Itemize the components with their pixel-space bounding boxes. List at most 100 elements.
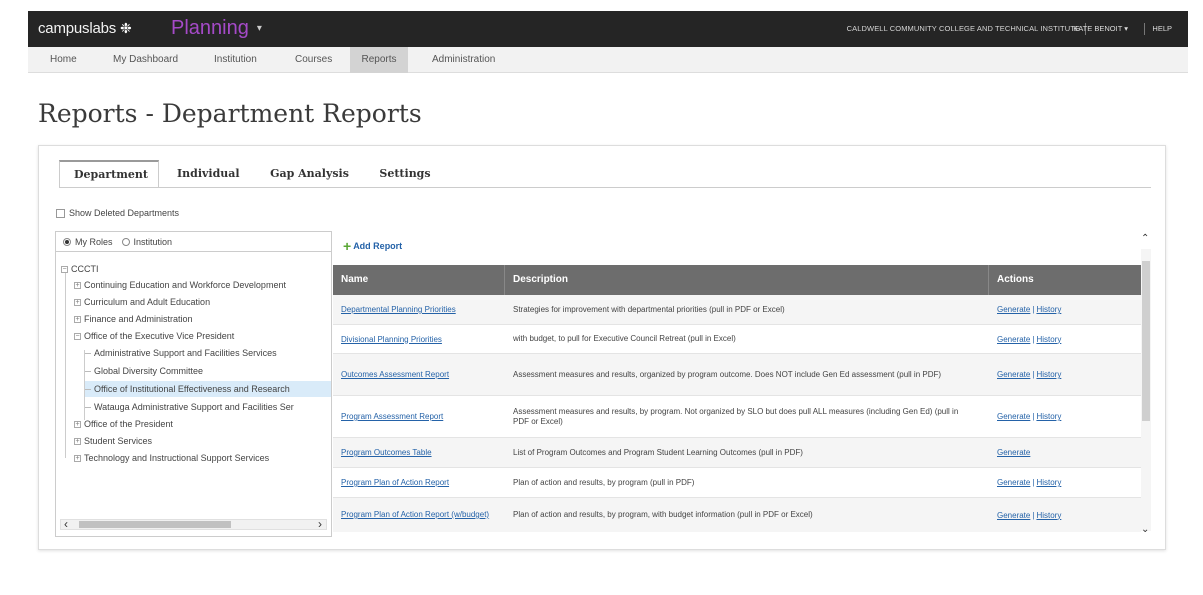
nav-home[interactable]: Home (42, 47, 85, 73)
tree-node-label: Global Diversity Committee (94, 366, 204, 376)
generate-link[interactable]: Generate (997, 478, 1030, 487)
history-link[interactable]: History (1036, 370, 1061, 379)
scroll-left-icon[interactable]: ‹ (64, 517, 68, 531)
report-name-link[interactable]: Program Plan of Action Report (341, 478, 449, 487)
tab-gap-analysis[interactable]: Gap Analysis (252, 160, 367, 188)
nav-my-dashboard[interactable]: My Dashboard (105, 47, 186, 73)
snowflake-logo-icon: ❉ (120, 20, 132, 36)
expand-icon[interactable]: + (74, 454, 81, 462)
tree-horizontal-scrollbar[interactable]: ‹ › (60, 517, 327, 531)
separator: | (1032, 478, 1035, 487)
radio-my-roles[interactable] (63, 237, 71, 246)
generate-link[interactable]: Generate (997, 511, 1030, 520)
nav-institution[interactable]: Institution (206, 47, 265, 73)
table-vertical-scrollbar[interactable]: ⌃ ⌄ (1141, 233, 1151, 535)
nav-administration[interactable]: Administration (424, 47, 503, 73)
col-actions-header[interactable]: Actions (989, 265, 1141, 295)
tab-department[interactable]: Department (59, 160, 159, 188)
report-name-link[interactable]: Program Outcomes Table (341, 448, 432, 457)
report-description: Plan of action and results, by program (… (513, 477, 695, 487)
generate-link[interactable]: Generate (997, 335, 1030, 344)
separator: | (1032, 305, 1035, 314)
caret-down-icon: ▾ (256, 23, 262, 35)
tree-node[interactable]: Global Diversity Committee (85, 363, 203, 379)
add-report-label: Add Report (353, 241, 403, 251)
report-name-link[interactable]: Outcomes Assessment Report (341, 370, 449, 379)
tree-node[interactable]: + Finance and Administration (74, 311, 193, 327)
expand-icon[interactable]: + (74, 298, 81, 306)
tab-individual[interactable]: Individual (162, 160, 252, 188)
table-body: Departmental Planning Priorities Strateg… (333, 295, 1141, 532)
tree-node-root[interactable]: − CCCTI (61, 261, 99, 277)
tree-node-selected[interactable]: Office of Institutional Effectiveness an… (85, 381, 331, 397)
scroll-right-icon[interactable]: › (318, 517, 322, 531)
chevron-down-icon[interactable]: ⌄ (1141, 524, 1149, 535)
tree-node[interactable]: + Technology and Instructional Support Se… (74, 450, 269, 466)
report-name-link[interactable]: Divisional Planning Priorities (341, 335, 442, 344)
radio-my-roles-label: My Roles (75, 236, 113, 247)
history-link[interactable]: History (1036, 511, 1061, 520)
reports-panel: Department Individual Gap Analysis Setti… (38, 145, 1166, 550)
expand-icon[interactable]: + (74, 420, 81, 428)
page-title: Reports - Department Reports (38, 99, 422, 128)
tree-line (65, 268, 66, 458)
table-row: Divisional Planning Priorities with budg… (333, 325, 1141, 354)
report-name-link[interactable]: Departmental Planning Priorities (341, 305, 456, 314)
tree-node[interactable]: + Office of the President (74, 416, 173, 432)
tree-node-label: Watauga Administrative Support and Facil… (94, 402, 294, 412)
separator: | (1032, 510, 1035, 520)
generate-link[interactable]: Generate (997, 412, 1030, 421)
scrollbar-thumb[interactable] (1142, 261, 1150, 421)
collapse-icon[interactable]: − (74, 332, 81, 340)
tree-node[interactable]: + Continuing Education and Workforce Deve… (74, 277, 286, 293)
nav-reports[interactable]: Reports (350, 47, 408, 73)
nav-courses[interactable]: Courses (287, 47, 340, 73)
show-deleted-toggle[interactable]: Show Deleted Departments (56, 208, 179, 218)
tree-node[interactable]: Watauga Administrative Support and Facil… (85, 399, 294, 415)
expand-icon[interactable]: + (74, 437, 81, 445)
col-name-header[interactable]: Name (333, 265, 505, 295)
generate-link[interactable]: Generate (997, 448, 1030, 457)
report-description: with budget, to pull for Executive Counc… (513, 334, 736, 343)
help-link[interactable]: HELP (1152, 24, 1172, 33)
history-link[interactable]: History (1036, 305, 1061, 314)
history-link[interactable]: History (1036, 335, 1061, 344)
separator: | (1032, 370, 1035, 379)
col-description-header[interactable]: Description (505, 265, 989, 295)
tree-node[interactable]: Administrative Support and Facilities Se… (85, 345, 277, 361)
separator: | (1032, 412, 1035, 421)
tree-node[interactable]: + Curriculum and Adult Education (74, 294, 210, 310)
expand-icon[interactable]: + (74, 281, 81, 289)
report-description: Assessment measures and results, organiz… (513, 369, 942, 379)
tree-scope-selector: My Roles Institution (56, 232, 331, 252)
add-report-button[interactable]: + Add Report (343, 238, 403, 254)
brand-logo[interactable]: campuslabs ❉ (38, 20, 140, 37)
chevron-up-icon[interactable]: ⌃ (1141, 233, 1149, 244)
show-deleted-checkbox[interactable] (56, 208, 65, 218)
report-description: Strategies for improvement with departme… (513, 304, 785, 314)
tab-settings[interactable]: Settings (364, 160, 446, 188)
generate-link[interactable]: Generate (997, 370, 1030, 379)
collapse-icon[interactable]: − (61, 265, 68, 273)
expand-icon[interactable]: + (74, 315, 81, 323)
report-name-link[interactable]: Program Assessment Report (341, 412, 443, 421)
history-link[interactable]: History (1036, 478, 1061, 487)
tree-node-label: Office of Institutional Effectiveness an… (94, 384, 290, 394)
brand-name: campuslabs (38, 20, 117, 37)
user-menu[interactable]: KATE BENOIT ▾ (1073, 24, 1128, 33)
product-switcher[interactable]: Planning ▾ (171, 17, 262, 40)
tree-node[interactable]: + Student Services (74, 433, 152, 449)
scrollbar-thumb[interactable] (79, 521, 231, 528)
tree-node[interactable]: − Office of the Executive Vice President (74, 328, 234, 344)
tree-node-label: Office of the President (84, 419, 173, 429)
table-row: Program Plan of Action Report Plan of ac… (333, 468, 1141, 498)
generate-link[interactable]: Generate (997, 305, 1030, 314)
tree-node-label: Continuing Education and Workforce Devel… (84, 280, 286, 290)
tree-node-label: Administrative Support and Facilities Se… (94, 348, 277, 358)
radio-institution[interactable] (121, 237, 130, 246)
report-name-link[interactable]: Program Plan of Action Report (w/budget) (341, 510, 489, 520)
table-row: Program Plan of Action Report (w/budget)… (333, 498, 1141, 532)
tree-node-label: Finance and Administration (84, 314, 193, 324)
history-link[interactable]: History (1036, 412, 1061, 421)
plus-icon: + (343, 238, 352, 254)
